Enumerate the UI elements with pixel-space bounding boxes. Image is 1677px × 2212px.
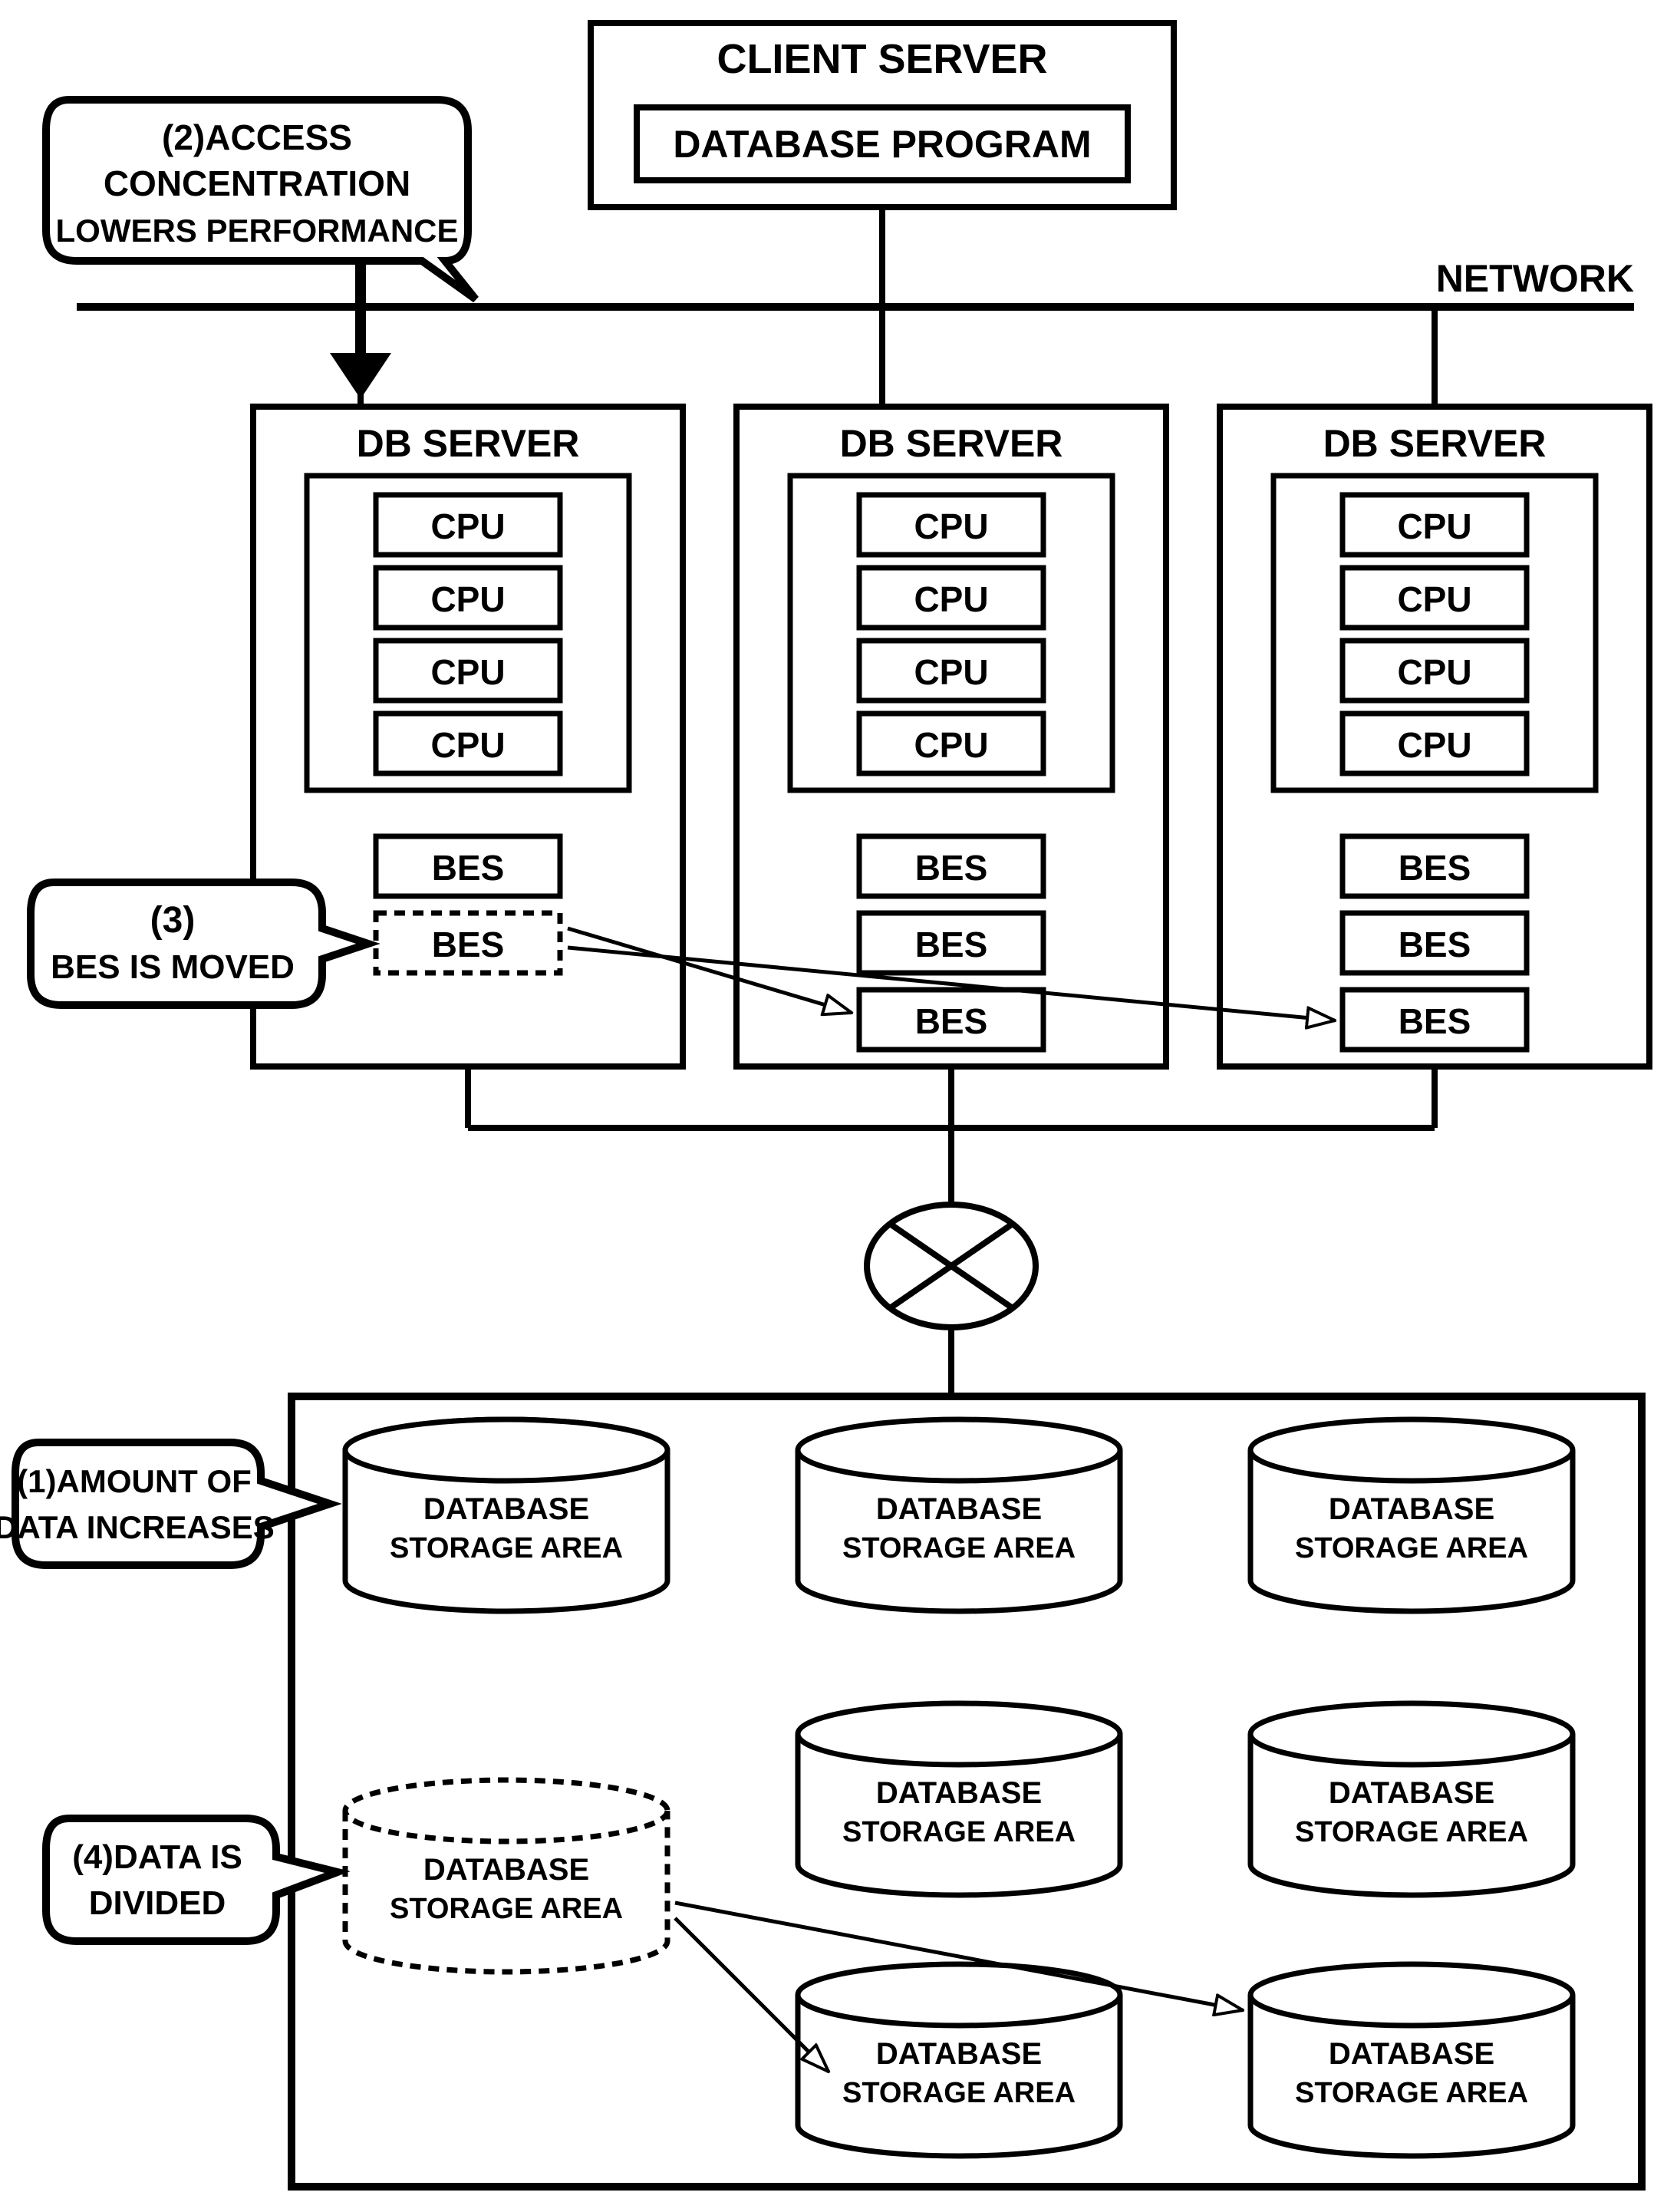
cpu-label: CPU [430,579,505,619]
bes-label: BES [1399,848,1471,888]
svg-text:STORAGE AREA: STORAGE AREA [390,1893,623,1925]
svg-text:STORAGE AREA: STORAGE AREA [842,1532,1076,1564]
cpu-label: CPU [430,725,505,765]
svg-text:DATABASE: DATABASE [423,1853,589,1887]
db-server-1-title: DB SERVER [357,422,580,465]
cpu-label: CPU [430,652,505,692]
database-program-label: DATABASE PROGRAM [673,123,1091,166]
svg-text:DATABASE: DATABASE [423,1492,589,1526]
cpu-label: CPU [914,579,988,619]
bes-label: BES [432,848,505,888]
cpu-label: CPU [1397,725,1471,765]
cpu-label: CPU [1397,506,1471,546]
svg-text:(2)ACCESS: (2)ACCESS [162,117,352,157]
svg-text:STORAGE AREA: STORAGE AREA [842,1816,1076,1848]
bes-label: BES [915,925,988,964]
cpu-label: CPU [914,725,988,765]
svg-text:DATA INCREASES: DATA INCREASES [0,1509,275,1545]
bes-label: BES [1399,925,1471,964]
db-server-3-title: DB SERVER [1323,422,1547,465]
db-server-2: DB SERVER CPU CPU CPU CPU BES BES BES [736,307,1166,1066]
svg-text:STORAGE AREA: STORAGE AREA [1295,2077,1528,2109]
svg-text:CONCENTRATION: CONCENTRATION [104,163,410,203]
bes-label: BES [915,1001,988,1041]
svg-text:DATABASE: DATABASE [1329,1492,1494,1526]
cpu-label: CPU [914,652,988,692]
switch-icon [867,1205,1036,1327]
svg-text:LOWERS PERFORMANCE: LOWERS PERFORMANCE [56,213,459,249]
bes-label: BES [1399,1001,1471,1041]
svg-text:STORAGE AREA: STORAGE AREA [1295,1816,1528,1848]
svg-text:DATABASE: DATABASE [876,2037,1042,2071]
client-server-title: CLIENT SERVER [717,36,1047,82]
bes-label-dashed: BES [432,925,505,964]
svg-text:DATABASE: DATABASE [876,1492,1042,1526]
server-switch-connectors [468,1066,1435,1205]
cpu-label: CPU [1397,579,1471,619]
svg-text:STORAGE AREA: STORAGE AREA [1295,1532,1528,1564]
diagram-root: CLIENT SERVER DATABASE PROGRAM (2)ACCESS… [0,0,1677,2212]
svg-text:(1)AMOUNT OF: (1)AMOUNT OF [17,1463,252,1499]
svg-text:STORAGE AREA: STORAGE AREA [842,2077,1076,2109]
svg-text:(3): (3) [150,900,196,941]
client-server-box: CLIENT SERVER DATABASE PROGRAM [591,23,1174,207]
svg-text:DIVIDED: DIVIDED [89,1884,226,1922]
cpu-label: CPU [914,506,988,546]
cpu-label: CPU [430,506,505,546]
svg-text:DATABASE: DATABASE [1329,2037,1494,2071]
svg-text:BES IS MOVED: BES IS MOVED [51,948,295,986]
db-server-3: DB SERVER CPU CPU CPU CPU BES BES BES [1220,307,1649,1066]
network-label: NETWORK [1436,257,1634,300]
db-server-2-title: DB SERVER [840,422,1063,465]
svg-text:DATABASE: DATABASE [1329,1776,1494,1810]
cpu-label: CPU [1397,652,1471,692]
svg-text:(4)DATA IS: (4)DATA IS [72,1838,242,1876]
bes-label: BES [915,848,988,888]
svg-text:DATABASE: DATABASE [876,1776,1042,1810]
callout-access-concentration: (2)ACCESS CONCENTRATION LOWERS PERFORMAN… [0,0,476,299]
svg-text:STORAGE AREA: STORAGE AREA [390,1532,623,1564]
